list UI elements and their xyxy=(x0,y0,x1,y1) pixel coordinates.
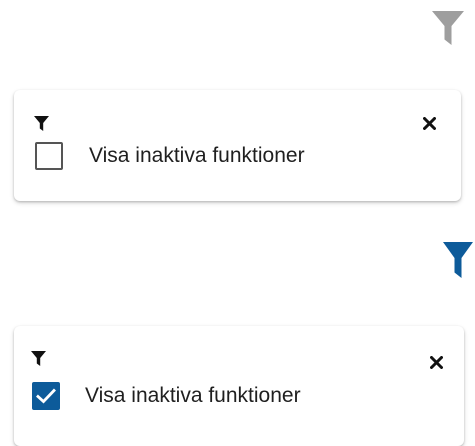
show-inactive-label: Visa inaktiva funktioner xyxy=(85,384,301,407)
filter-panel: Visa inaktiva funktioner xyxy=(14,90,461,201)
show-inactive-option[interactable]: Visa inaktiva funktioner xyxy=(35,142,305,170)
show-inactive-checkbox[interactable] xyxy=(35,142,63,170)
show-inactive-label: Visa inaktiva funktioner xyxy=(89,144,305,167)
filter-icon xyxy=(443,242,473,278)
filter-icon xyxy=(432,11,464,45)
show-inactive-checkbox[interactable] xyxy=(32,382,60,410)
filter-toggle-button-active[interactable] xyxy=(438,240,475,280)
filter-icon xyxy=(34,116,49,131)
filter-toggle-button[interactable] xyxy=(428,8,468,48)
show-inactive-option[interactable]: Visa inaktiva funktioner xyxy=(32,382,301,410)
close-button[interactable] xyxy=(421,115,437,131)
close-icon xyxy=(422,116,436,130)
filter-icon xyxy=(31,351,46,366)
close-button[interactable] xyxy=(428,354,444,370)
close-icon xyxy=(429,355,443,369)
filter-panel: Visa inaktiva funktioner xyxy=(14,326,464,446)
check-icon xyxy=(36,388,56,404)
